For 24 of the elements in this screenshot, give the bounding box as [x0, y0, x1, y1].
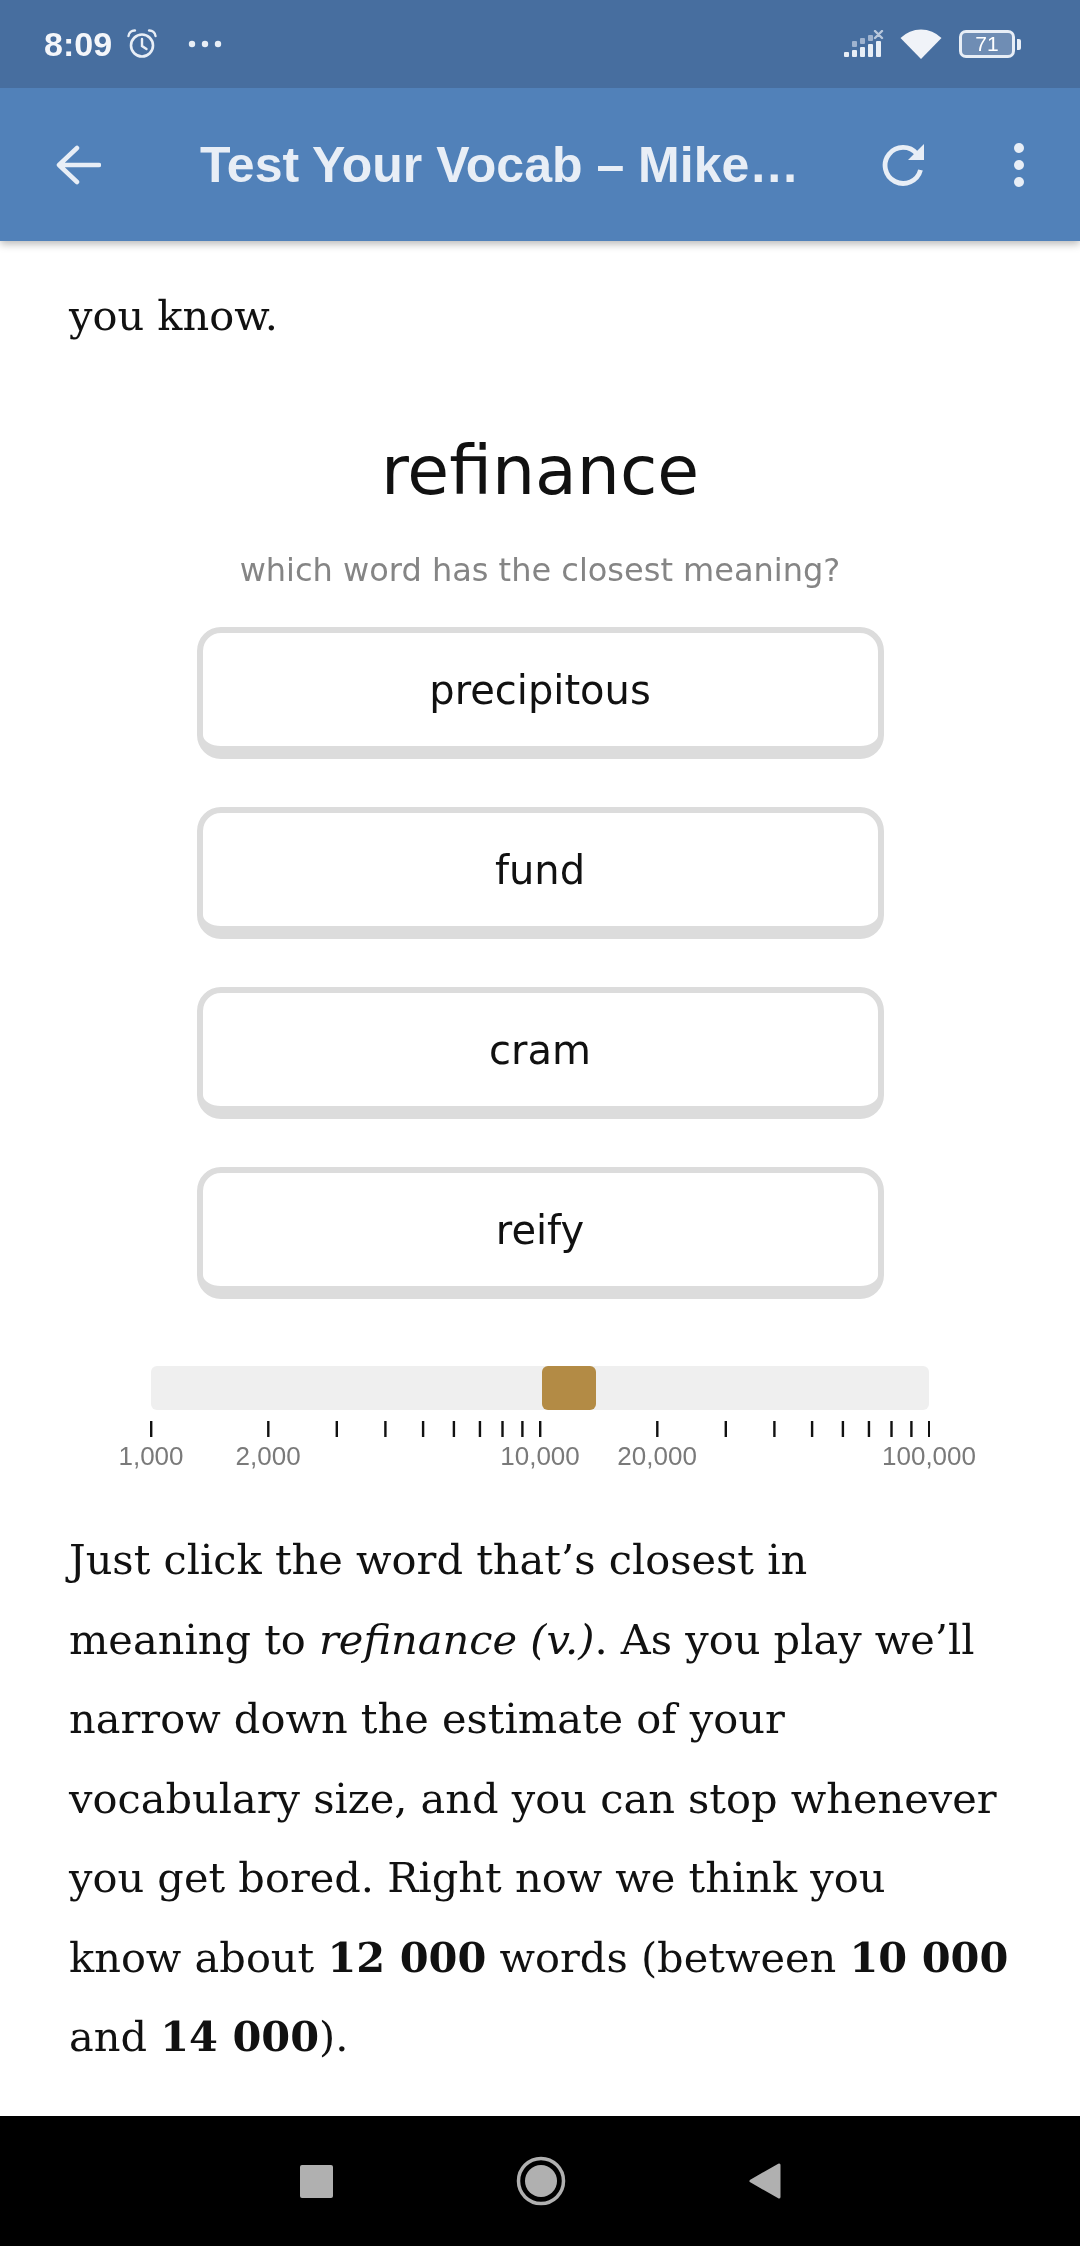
page-title: Test Your Vocab – Mike… [200, 135, 800, 194]
scale-label: 2,000 [235, 1441, 301, 1471]
intro-text: you know. [69, 290, 279, 342]
no-signal-icon [844, 30, 884, 58]
more-options-icon[interactable] [1012, 141, 1026, 188]
answer-option-button[interactable]: fund [196, 807, 884, 939]
test-word: refinance [379, 430, 701, 512]
more-dots-icon [188, 40, 223, 48]
answer-option-button[interactable]: cram [196, 987, 884, 1119]
scale-label: 1,000 [118, 1441, 184, 1471]
back-arrow-icon[interactable] [55, 144, 101, 185]
back-triangle-icon[interactable] [748, 2163, 781, 2199]
wifi-icon [900, 28, 942, 60]
scale-label: 20,000 [617, 1441, 697, 1471]
scale-label: 10,000 [500, 1441, 580, 1471]
answer-option-button[interactable]: reify [196, 1167, 884, 1299]
battery-indicator: 71 [959, 30, 1021, 58]
square-icon[interactable] [299, 2164, 333, 2198]
question-prompt: which word has the closest meaning? [238, 550, 842, 590]
answer-option-button[interactable]: precipitous [196, 627, 884, 759]
status-time: 8:09 [44, 24, 113, 64]
home-circle-icon[interactable] [515, 2156, 566, 2206]
alarm-clock-icon [126, 28, 159, 60]
scale-label: 100,000 [882, 1441, 976, 1471]
